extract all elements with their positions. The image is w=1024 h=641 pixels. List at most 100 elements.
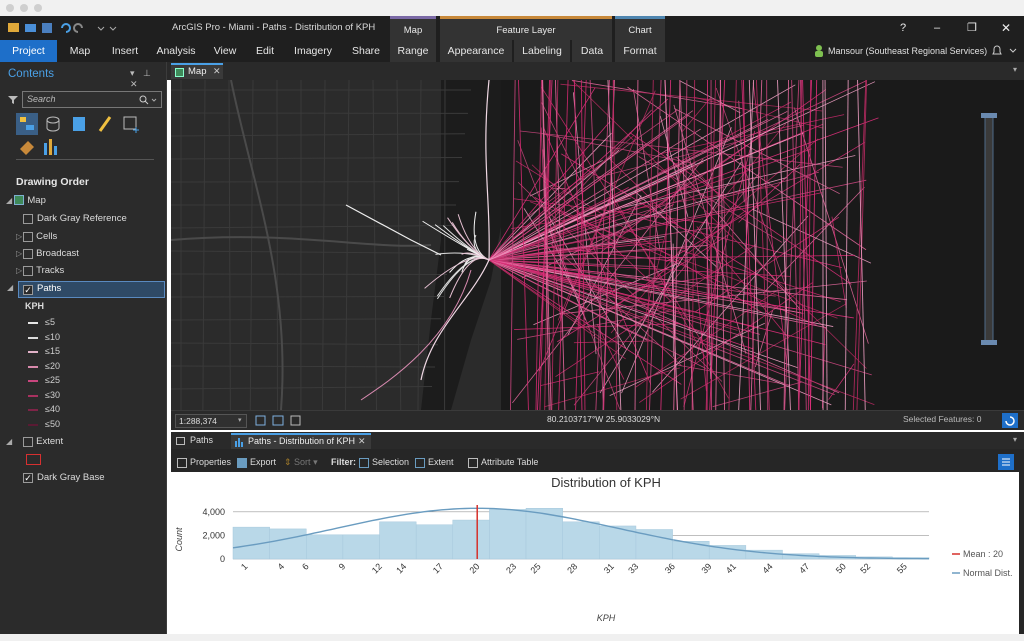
help-button[interactable]: ?: [900, 16, 906, 40]
filter-label: Filter:: [331, 457, 357, 467]
legend-label: ≤30: [45, 389, 60, 400]
layer-label: Cells: [36, 231, 58, 242]
y-axis-label: Count: [174, 527, 184, 552]
properties-button[interactable]: Properties: [177, 453, 231, 471]
tab-data[interactable]: Data: [572, 40, 612, 62]
tab-format[interactable]: Format: [615, 40, 665, 62]
map-node[interactable]: ◢ Map: [6, 193, 46, 209]
tab-project[interactable]: Project: [0, 40, 57, 62]
pane-options[interactable]: ▾ ⊥ ✕: [130, 68, 166, 90]
tab-share[interactable]: Share: [346, 40, 386, 62]
chart-properties-toggle[interactable]: [998, 454, 1014, 470]
histogram-bar: [415, 524, 454, 560]
user-account[interactable]: Mansour (Southeast Regional Services): [828, 40, 987, 62]
histogram-bar: [562, 521, 600, 560]
selection-label: Selection: [372, 457, 410, 467]
x-tick-label: 14: [394, 561, 408, 575]
search-icon[interactable]: [139, 95, 157, 105]
layer-dark-gray-reference[interactable]: Dark Gray Reference: [23, 211, 127, 227]
sort-button[interactable]: ⇕ Sort ▾: [284, 453, 318, 471]
export-button[interactable]: Export: [237, 453, 276, 471]
distribution-chart[interactable]: Distribution of KPH 0 2,000 4,000 Count 1 4 6 9 1…: [171, 472, 1019, 634]
tab-insert[interactable]: Insert: [106, 40, 144, 62]
extent-filter-icon: [415, 457, 425, 468]
save-icon: [42, 23, 52, 33]
legend-swatch: [28, 423, 38, 426]
table-icon: [468, 457, 478, 468]
tab-labeling[interactable]: Labeling: [514, 40, 570, 62]
scale-selector[interactable]: 1:288,374 ▾: [175, 414, 247, 428]
chart-icon: [235, 438, 243, 447]
map-view-tab[interactable]: Map ✕: [171, 63, 223, 79]
layer-checkbox[interactable]: [23, 214, 33, 224]
layer-extent[interactable]: ◢ Extent: [6, 434, 63, 450]
x-tick-label: 39: [699, 561, 713, 575]
charts-icon: [44, 143, 47, 155]
map-display[interactable]: [171, 80, 1024, 410]
chart-title: Distribution of KPH: [551, 475, 661, 490]
map-status-bar: 1:288,374 ▾ 80.2103717°W 25.9033029°N Se…: [171, 410, 1024, 430]
x-tick-label: 1: [239, 561, 250, 572]
window-title: ArcGIS Pro - Miami - Paths - Distributio…: [172, 22, 376, 33]
tab-edit[interactable]: Edit: [250, 40, 280, 62]
tab-imagery[interactable]: Imagery: [288, 40, 338, 62]
tab-analysis[interactable]: Analysis: [152, 40, 200, 62]
zoom-dot[interactable]: [34, 4, 42, 12]
layer-label: Extent: [36, 436, 64, 447]
restore-button[interactable]: ❐: [967, 16, 977, 40]
drawing-order-heading: Drawing Order: [16, 176, 89, 188]
layer-checkbox-checked[interactable]: ✓: [23, 285, 33, 295]
minimize-dot[interactable]: [20, 4, 28, 12]
layer-checkbox[interactable]: [23, 232, 33, 242]
layer-checkbox[interactable]: [23, 437, 33, 447]
tab-menu-icon[interactable]: ▾: [1013, 435, 1017, 444]
filter-icon[interactable]: [7, 94, 19, 106]
tab-paths-table[interactable]: Paths: [174, 433, 226, 449]
layer-paths-selected[interactable]: ◢ ✓ Paths: [7, 281, 165, 298]
search-input[interactable]: Search: [22, 91, 162, 108]
layer-label: Paths: [37, 283, 62, 294]
navigation-tools[interactable]: [255, 415, 305, 427]
layer-broadcast[interactable]: ▷ Broadcast: [16, 246, 79, 262]
y-tick-label: 0: [220, 554, 225, 564]
tab-appearance[interactable]: Appearance: [440, 40, 512, 62]
layer-cells[interactable]: ▷ Cells: [16, 229, 57, 245]
close-button[interactable]: ✕: [1001, 16, 1011, 40]
close-tab-icon[interactable]: ✕: [358, 436, 366, 447]
close-tab-icon[interactable]: ✕: [213, 66, 221, 77]
map-tab-label: Map: [188, 66, 207, 77]
tab-range[interactable]: Range: [390, 40, 436, 62]
attribute-table-button[interactable]: Attribute Table: [468, 453, 538, 471]
legend-label: ≤50: [45, 418, 60, 429]
tab-distribution-chart[interactable]: Paths - Distribution of KPH ✕: [231, 433, 371, 449]
tab-map[interactable]: Map: [62, 40, 98, 62]
tab-menu-icon[interactable]: ▾: [1013, 65, 1017, 74]
properties-label: Properties: [190, 457, 232, 467]
map-canvas[interactable]: [171, 80, 1024, 410]
tab-view[interactable]: View: [208, 40, 242, 62]
refresh-icon[interactable]: [1002, 413, 1018, 428]
quick-access-toolbar[interactable]: [6, 21, 126, 35]
notifications-icon[interactable]: [990, 45, 1020, 57]
ribbon-tabs: Project Map Insert Analysis View Edit Im…: [0, 40, 1024, 62]
view-toolbar[interactable]: [16, 113, 146, 157]
layer-checkbox-checked[interactable]: ✓: [23, 473, 33, 483]
layer-tracks[interactable]: ▷ Tracks: [16, 263, 64, 279]
map-icon: [14, 195, 25, 206]
context-header-feature-layer: Feature Layer: [440, 16, 612, 40]
road: [171, 295, 445, 298]
close-dot[interactable]: [6, 4, 14, 12]
chart-svg[interactable]: Distribution of KPH02,0004,000Count1 4 6 9 1…: [171, 472, 1019, 634]
time-slider[interactable]: [978, 110, 1000, 350]
filter-extent-button[interactable]: Extent: [415, 453, 454, 471]
time-slider-start-handle: [981, 113, 997, 118]
drawing-order-icon: [16, 113, 38, 135]
legend-swatch: [28, 351, 38, 353]
filter-selection-button[interactable]: Selection: [359, 453, 409, 471]
context-header-map: Map: [390, 16, 436, 40]
layer-dark-gray-base[interactable]: ✓ Dark Gray Base: [23, 470, 105, 486]
layer-checkbox[interactable]: [23, 249, 33, 259]
layer-checkbox[interactable]: [23, 266, 33, 276]
minimize-button[interactable]: –: [934, 16, 940, 40]
legend-label: ≤20: [45, 360, 60, 371]
